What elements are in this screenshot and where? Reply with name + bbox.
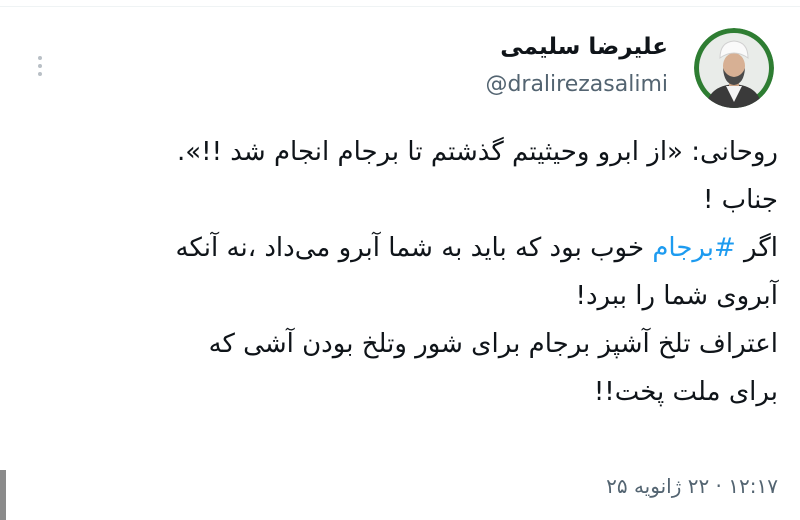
tweet-text-segment: اگر xyxy=(735,233,778,263)
avatar[interactable] xyxy=(694,28,774,108)
tweet-timestamp[interactable]: ۱۲:۱۷ · ۲۲ ژانویه ۲۵ xyxy=(606,474,778,498)
tweet-line: اعتراف تلخ آشپز برجام برای شور وتلخ بودن… xyxy=(208,329,778,359)
profile-photo-icon xyxy=(694,28,774,108)
author-handle[interactable]: @dralirezasalimi xyxy=(485,72,668,97)
tweet-line: آبروی شما را ببرد! xyxy=(575,281,778,311)
tweet-line: برای ملت پخت!! xyxy=(593,377,778,407)
tweet-card: علیرضا سلیمی @dralirezasalimi روحانی: «ا… xyxy=(0,0,800,520)
tweet-line: جناب ! xyxy=(702,185,778,215)
more-options-icon[interactable] xyxy=(28,48,52,84)
tweet-line: روحانی: «از ابرو وحیثیتم گذشتم تا برجام … xyxy=(176,137,778,167)
scroll-indicator xyxy=(0,470,6,520)
author-display-name[interactable]: علیرضا سلیمی xyxy=(500,34,668,60)
tweet-text-segment: خوب بود که باید به شما آبرو می‌داد ،نه آ… xyxy=(175,233,653,263)
tweet-line: اگر #برجام خوب بود که باید به شما آبرو م… xyxy=(18,224,779,272)
tweet-text: روحانی: «از ابرو وحیثیتم گذشتم تا برجام … xyxy=(18,128,779,416)
top-divider xyxy=(0,6,800,7)
hashtag-link[interactable]: #برجام xyxy=(652,233,735,263)
